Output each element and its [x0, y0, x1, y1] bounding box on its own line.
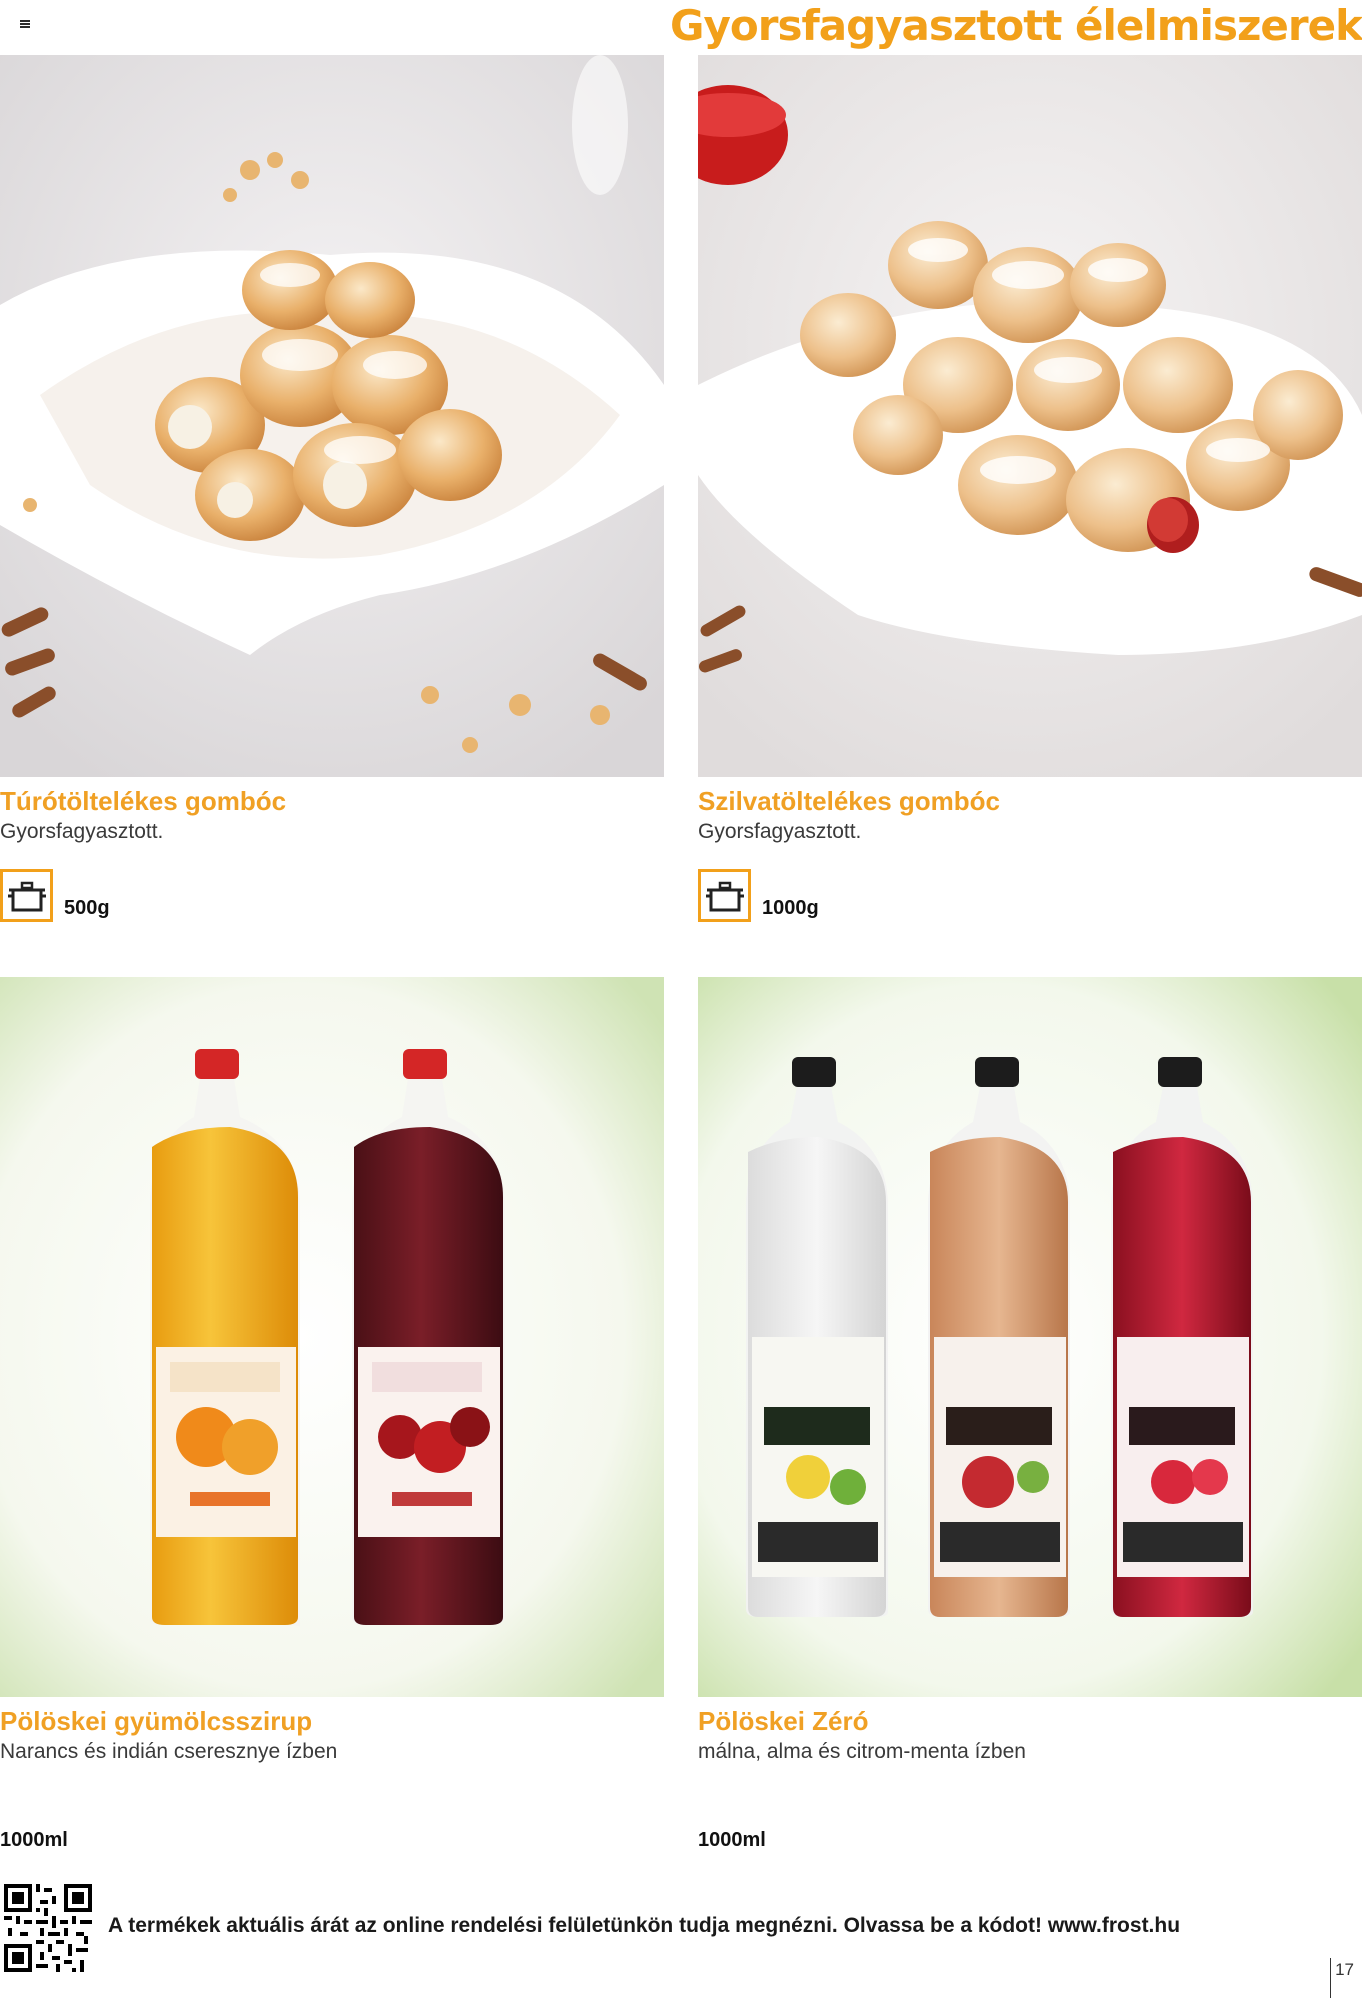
product-name: Pölöskei Zéró — [698, 1706, 869, 1736]
cooking-pot-icon — [0, 869, 53, 922]
product-card-zero[interactable]: Pölöskei Zéró málna, alma és citrom-ment… — [698, 977, 1362, 1852]
product-name: Pölöskei gyümölcsszirup — [0, 1706, 313, 1736]
product-description: Gyorsfagyasztott. — [0, 820, 164, 843]
product-card-szilva[interactable]: Szilvatöltelékes gombóc Gyorsfagyasztott… — [698, 55, 1362, 922]
product-card-szirup[interactable]: Pölöskei gyümölcsszirup Narancs és indiá… — [0, 977, 664, 1852]
product-image-syrup-bottles — [0, 977, 664, 1697]
product-description: málna, alma és citrom-menta ízben — [698, 1740, 1026, 1763]
product-image-szilva-gomboc — [698, 55, 1362, 777]
menu-icon[interactable] — [20, 20, 30, 28]
product-image-zero-bottles — [698, 977, 1362, 1697]
footer-note: A termékek aktuális árát az online rende… — [108, 1914, 1181, 1937]
product-description: Gyorsfagyasztott. — [698, 820, 862, 843]
product-name: Szilvatöltelékes gombóc — [698, 786, 1000, 816]
product-size: 1000ml — [698, 1829, 766, 1851]
product-description: Narancs és indián cseresznye ízben — [0, 1740, 338, 1763]
product-name: Túrótöltelékes gombóc — [0, 786, 287, 816]
product-size: 1000g — [762, 897, 819, 919]
qr-code[interactable] — [4, 1884, 92, 1972]
cooking-pot-icon — [698, 869, 751, 922]
product-card-turo[interactable]: Túrótöltelékes gombóc Gyorsfagyasztott. … — [0, 55, 664, 922]
product-size: 500g — [64, 897, 110, 919]
product-size: 1000ml — [0, 1829, 68, 1851]
page-number: 17 — [1330, 1958, 1354, 1998]
page-title: Gyorsfagyasztott élelmiszerek — [670, 1, 1362, 50]
product-image-turo-gomboc — [0, 55, 664, 777]
